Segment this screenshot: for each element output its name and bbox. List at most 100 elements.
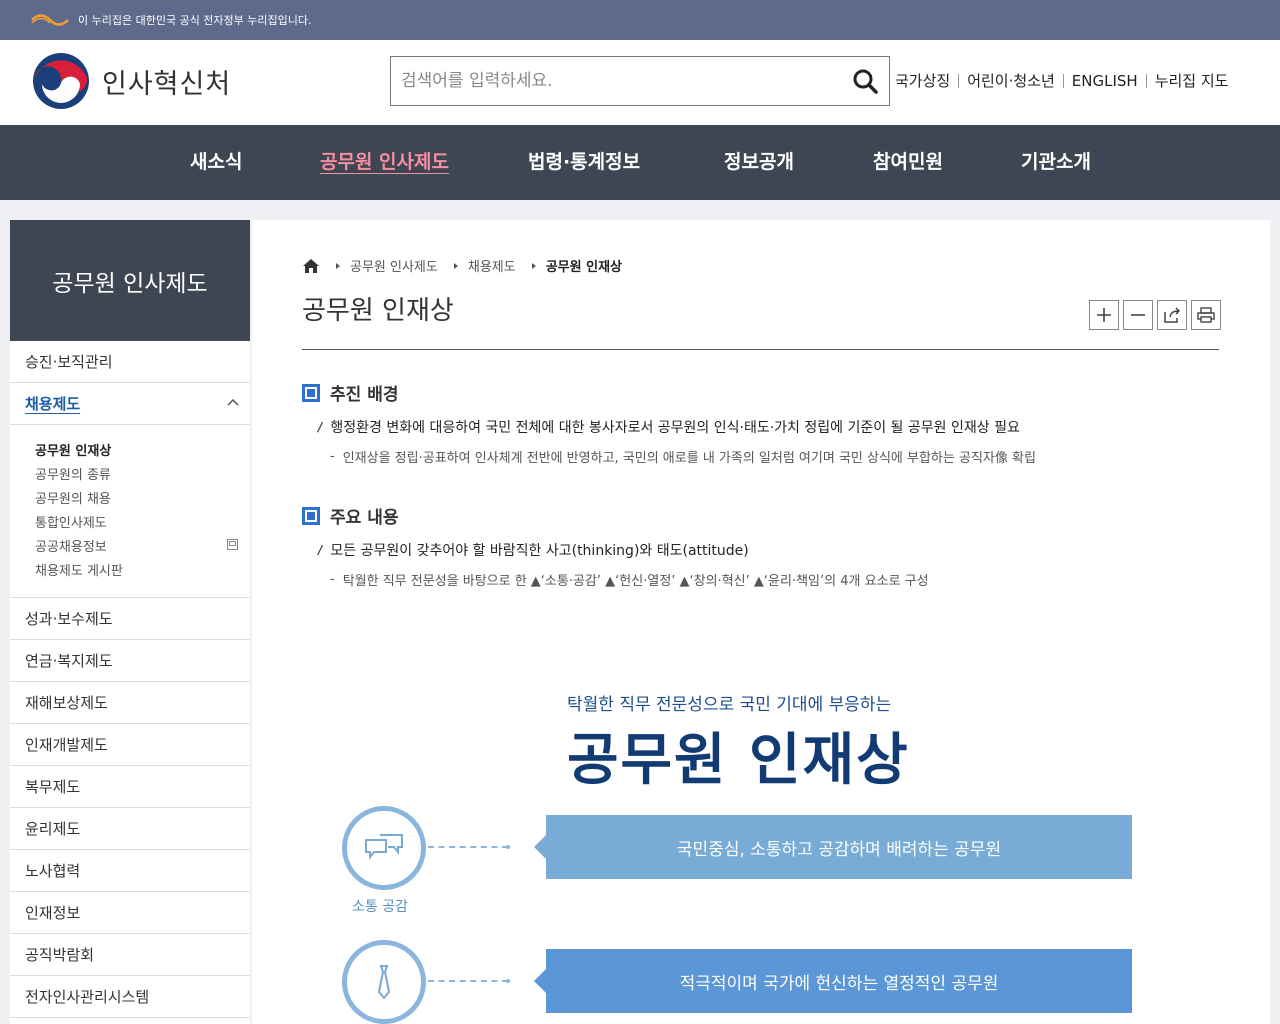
home-icon[interactable] (302, 258, 320, 274)
search-icon[interactable] (851, 67, 879, 95)
sidebar-submenu: 공무원 인재상 공무원의 종류 공무원의 채용 통합인사제도 공공채용정보 채용… (10, 425, 250, 598)
dash-marker: - (330, 449, 335, 464)
minus-icon (1131, 314, 1145, 316)
utility-links: 국가상징 어린이·청소년 ENGLISH 누리집 지도 (895, 70, 1228, 91)
nav-item-hr-system[interactable]: 공무원 인사제도 (320, 147, 449, 174)
divider (958, 73, 960, 88)
util-link-symbols[interactable]: 국가상징 (895, 70, 950, 91)
section-bullet: / 모든 공무원이 갖추어야 할 바람직한 사고(thinking)와 태도(a… (318, 540, 749, 560)
sidebar-item-promotion[interactable]: 승진·보직관리 (10, 341, 250, 383)
sidebar-item-label: 채용제도 (25, 395, 81, 413)
value-banner: 국민중심, 소통하고 공감하며 배려하는 공무원 (534, 815, 1132, 879)
chevron-up-icon[interactable] (226, 396, 240, 410)
gov-banner: 이 누리집은 대한민국 공식 전자정부 누리집입니다. (0, 0, 1280, 40)
sidebar-title: 공무원 인사제도 (10, 220, 250, 341)
nav-item-civil[interactable]: 참여민원 (873, 147, 943, 174)
sidebar: 공무원 인사제도 승진·보직관리 채용제도 공무원 인재상 공무원의 종류 공무… (10, 220, 250, 1024)
search-input[interactable] (391, 57, 831, 105)
hero-subtitle: 탁월한 직무 전문성으로 국민 기대에 부응하는 (567, 695, 892, 715)
sidebar-item-service[interactable]: 복무제도 (10, 766, 250, 808)
submenu-item-public-hiring[interactable]: 공공채용정보 (35, 537, 250, 561)
plus-icon (1097, 308, 1111, 322)
dash-marker: - (330, 572, 335, 587)
sidebar-item-ethics[interactable]: 윤리제도 (10, 808, 250, 850)
submenu-item-talent[interactable]: 공무원 인재상 (35, 441, 250, 465)
nav-item-news[interactable]: 새소식 (190, 147, 242, 174)
section-title-text: 주요 내용 (330, 508, 399, 528)
connector-line (428, 846, 508, 848)
main-content: 공무원 인사제도 채용제도 공무원 인재상 공무원 인재상 추진 배경 / 행정… (252, 220, 1270, 1024)
value-banner: 적극적이며 국가에 헌신하는 열정적인 공무원 (534, 949, 1132, 1013)
breadcrumb-item[interactable]: 채용제도 (468, 256, 516, 275)
breadcrumb-current: 공무원 인재상 (545, 260, 622, 275)
necktie-icon (377, 965, 391, 1000)
header: 인사혁신처 국가상징 어린이·청소년 ENGLISH 누리집 지도 (0, 40, 1280, 125)
submenu-item-integrated[interactable]: 통합인사제도 (35, 513, 250, 537)
divider (1062, 73, 1064, 88)
submenu-item-hiring[interactable]: 공무원의 채용 (35, 489, 250, 513)
logo-text: 인사혁신처 (102, 68, 232, 100)
breadcrumb-arrow-icon (336, 262, 340, 269)
connector-dot (506, 845, 510, 849)
sidebar-item-performance[interactable]: 성과·보수제도 (10, 598, 250, 640)
connector-line (428, 980, 508, 982)
divider (1145, 73, 1147, 88)
banner-pointer (534, 835, 546, 859)
submenu-item-types[interactable]: 공무원의 종류 (35, 465, 250, 489)
sidebar-item-pension[interactable]: 연금·복지제도 (10, 640, 250, 682)
section-title: 주요 내용 (302, 503, 398, 528)
main-nav: 새소식 공무원 인사제도 법령·통계정보 정보공개 참여민원 기관소개 (0, 125, 1280, 200)
section-title-text: 추진 배경 (330, 385, 399, 405)
print-button[interactable] (1191, 300, 1221, 330)
bullet-text: 모든 공무원이 갖추어야 할 바람직한 사고(thinking)와 태도(att… (330, 543, 749, 559)
breadcrumb-arrow-icon (453, 262, 458, 269)
submenu-item-board[interactable]: 채용제도 게시판 (35, 561, 250, 585)
sidebar-item-expo[interactable]: 공직박람회 (10, 934, 250, 976)
zoom-out-button[interactable] (1123, 300, 1153, 330)
government-emblem-icon (33, 53, 89, 109)
print-icon (1197, 307, 1215, 323)
share-icon (1164, 307, 1181, 323)
share-button[interactable] (1157, 300, 1187, 330)
banner-pointer (534, 969, 546, 993)
section-marker-icon (302, 506, 320, 525)
bullet-marker: / (318, 420, 323, 434)
nav-item-about[interactable]: 기관소개 (1021, 147, 1091, 174)
sub-bullet-text: 탁월한 직무 전문성을 바탕으로 한 ▲‘소통·공감’ ▲‘헌신·열정’ ▲‘창… (342, 574, 929, 589)
section-title: 추진 배경 (302, 380, 398, 405)
section-bullet: / 행정환경 변화에 대응하여 국민 전체에 대한 봉사자로서 공무원의 인식·… (318, 417, 1020, 437)
sidebar-item-talent-info[interactable]: 인재정보 (10, 892, 250, 934)
sidebar-item-development[interactable]: 인재개발제도 (10, 724, 250, 766)
util-link-english[interactable]: ENGLISH (1072, 72, 1138, 90)
sidebar-item-compensation[interactable]: 재해보상제도 (10, 682, 250, 724)
section-sub-bullet: - 탁월한 직무 전문성을 바탕으로 한 ▲‘소통·공감’ ▲‘헌신·열정’ ▲… (330, 570, 929, 589)
nav-item-disclosure[interactable]: 정보공개 (724, 147, 794, 174)
bullet-marker: / (318, 543, 323, 557)
title-divider (302, 349, 1219, 350)
page-title: 공무원 인재상 (302, 296, 454, 326)
sidebar-item-labor[interactable]: 노사협력 (10, 850, 250, 892)
section-sub-bullet: - 인재상을 정립·공표하여 인사체계 전반에 반영하고, 국민의 애로를 내 … (330, 447, 1036, 466)
zoom-in-button[interactable] (1089, 300, 1119, 330)
sidebar-item-ehr[interactable]: 전자인사관리시스템 (10, 976, 250, 1018)
new-window-icon (227, 539, 238, 550)
site-logo[interactable]: 인사혁신처 (30, 50, 231, 112)
connector-dot (506, 979, 510, 983)
sub-bullet-text: 인재상을 정립·공표하여 인사체계 전반에 반영하고, 국민의 애로를 내 가족… (342, 451, 1036, 466)
search-box (390, 56, 890, 106)
nav-item-law-stats[interactable]: 법령·통계정보 (528, 147, 640, 174)
sidebar-item-recruitment[interactable]: 채용제도 (10, 383, 250, 425)
value-banner-text: 국민중심, 소통하고 공감하며 배려하는 공무원 (676, 839, 1002, 860)
breadcrumb-arrow-icon (531, 262, 536, 269)
gov-banner-text: 이 누리집은 대한민국 공식 전자정부 누리집입니다. (78, 14, 312, 27)
value-label: 소통 공감 (352, 899, 408, 915)
value-circle (342, 940, 426, 1024)
breadcrumb-item[interactable]: 공무원 인사제도 (350, 256, 438, 275)
taegeuk-flag-icon (30, 12, 70, 28)
hero-title: 공무원 인재상 (567, 728, 910, 793)
util-link-sitemap[interactable]: 누리집 지도 (1155, 70, 1229, 91)
util-link-kids[interactable]: 어린이·청소년 (967, 70, 1055, 91)
value-banner-text: 적극적이며 국가에 헌신하는 열정적인 공무원 (679, 973, 999, 994)
section-marker-icon (302, 383, 320, 402)
breadcrumb: 공무원 인사제도 채용제도 공무원 인재상 (302, 256, 622, 275)
